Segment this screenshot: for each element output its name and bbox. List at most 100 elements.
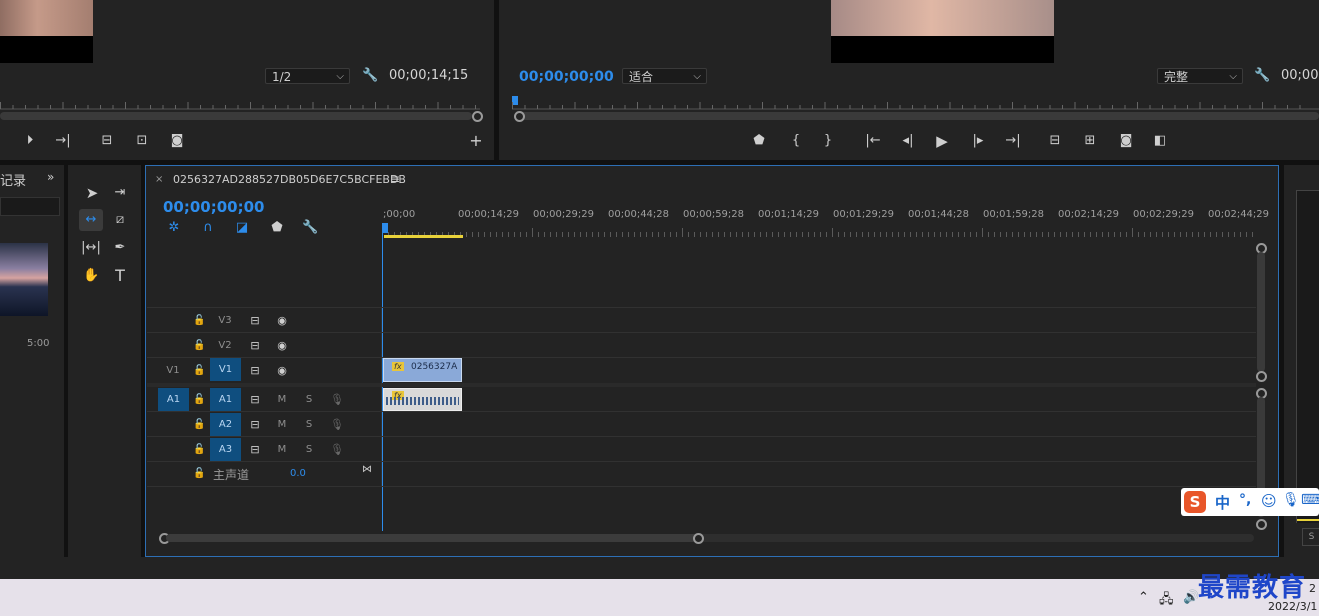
source-scrubber-handle[interactable]	[472, 111, 483, 122]
insert-icon[interactable]: ⊟	[97, 133, 117, 149]
track-v2-label[interactable]: V2	[216, 340, 234, 351]
mute-button[interactable]: M	[276, 394, 288, 405]
camera-icon[interactable]: ◙	[169, 133, 185, 149]
horizontal-scroll-handle-right[interactable]	[693, 533, 704, 544]
track-a1-target[interactable]: A1	[210, 388, 241, 411]
solo-button[interactable]: S	[303, 394, 315, 405]
nest-icon[interactable]: ✲	[166, 220, 182, 236]
playhead-marker-icon[interactable]	[382, 223, 388, 233]
play-icon[interactable]: ▶	[934, 133, 950, 149]
source-patch-v1[interactable]: V1	[164, 365, 182, 376]
ime-lang[interactable]: 中	[1215, 492, 1230, 513]
lock-icon[interactable]: 🔓	[193, 466, 205, 482]
wrench-icon[interactable]: 🔧	[1254, 68, 1270, 84]
track-v1-target[interactable]: V1	[210, 358, 241, 381]
track-v3-label[interactable]: V3	[216, 315, 234, 326]
taskbar-date[interactable]: 2022/3/1	[1268, 600, 1317, 613]
mute-button[interactable]: M	[276, 444, 288, 455]
lock-icon[interactable]: 🔓	[193, 442, 205, 458]
sync-lock-icon[interactable]: ⊟	[248, 338, 262, 354]
go-to-out-icon[interactable]: →|	[1003, 133, 1023, 149]
snap-icon[interactable]: ∩	[200, 220, 216, 236]
audio-clip[interactable]: fx	[383, 388, 462, 411]
emoji-icon[interactable]: ☺	[1261, 492, 1277, 510]
keyboard-icon[interactable]: ⌨	[1301, 492, 1319, 508]
ripple-edit-tool-icon[interactable]: ↔	[79, 209, 103, 231]
tray-chevron-up-icon[interactable]: ⌃	[1138, 590, 1149, 605]
source-patch-a1[interactable]: A1	[158, 388, 189, 411]
compare-view-icon[interactable]: ◧	[1150, 133, 1170, 149]
meter-solo-button[interactable]: S	[1302, 528, 1319, 546]
selection-tool-icon[interactable]: ➤	[84, 185, 100, 201]
microphone-icon[interactable]: 🎙	[330, 392, 344, 408]
lift-icon[interactable]: ⊟	[1045, 133, 1065, 149]
solo-button[interactable]: S	[303, 444, 315, 455]
timeline-timecode[interactable]: 00;00;00;00	[163, 198, 265, 216]
sync-lock-icon[interactable]: ⊟	[248, 313, 262, 329]
lock-icon[interactable]: 🔓	[193, 392, 205, 408]
lock-icon[interactable]: 🔓	[193, 338, 205, 354]
ime-punct[interactable]: °,	[1239, 492, 1251, 508]
type-tool-icon[interactable]: T	[112, 268, 128, 284]
vertical-scroll-handle-bottom[interactable]	[1256, 371, 1267, 382]
sync-lock-icon[interactable]: ⊟	[248, 363, 262, 379]
mark-out-icon[interactable]: }	[821, 133, 835, 149]
wrench-icon[interactable]: 🔧	[362, 68, 378, 84]
razor-tool-icon[interactable]: ⧄	[112, 212, 128, 228]
fit-dropdown[interactable]: 适合 ⌵	[622, 68, 707, 84]
add-marker-icon[interactable]: ⬟	[269, 220, 285, 236]
lock-icon[interactable]: 🔓	[193, 363, 205, 379]
mute-button[interactable]: M	[276, 419, 288, 430]
tab-menu-icon[interactable]: ≡	[390, 172, 400, 186]
volume-icon[interactable]: 🔊	[1183, 590, 1199, 605]
go-to-in-icon[interactable]: |←	[863, 133, 883, 149]
eye-icon[interactable]: ◉	[275, 338, 289, 354]
network-icon[interactable]: 🖧	[1159, 590, 1174, 612]
video-clip[interactable]: fx 0256327A	[383, 358, 462, 382]
panel-overflow-icon[interactable]: »	[47, 170, 54, 184]
lock-icon[interactable]: 🔓	[193, 417, 205, 433]
project-tab-label[interactable]: 记录	[0, 170, 26, 189]
wrench-icon[interactable]: 🔧	[302, 220, 318, 236]
track-select-tool-icon[interactable]: ⇥	[110, 185, 130, 201]
track-a2-target[interactable]: A2	[210, 413, 241, 436]
add-button-icon[interactable]: +	[468, 133, 484, 149]
horizontal-scrollbar[interactable]	[166, 534, 1254, 542]
resolution-dropdown[interactable]: 1/2 ⌵	[265, 68, 350, 84]
vertical-scroll-handle-bottom[interactable]	[1256, 519, 1267, 530]
extract-icon[interactable]: ⊞	[1080, 133, 1100, 149]
microphone-icon[interactable]: 🎙	[330, 442, 344, 458]
master-volume-value[interactable]: 0.0	[290, 468, 306, 479]
lock-icon[interactable]: 🔓	[193, 313, 205, 329]
vertical-scrollbar-video[interactable]	[1257, 252, 1265, 372]
sync-lock-icon[interactable]: ⊟	[248, 417, 262, 433]
linked-selection-icon[interactable]: ◪	[234, 220, 250, 236]
project-thumbnail[interactable]	[0, 243, 48, 316]
ime-toolbar[interactable]: S 中 °, ☺ 🎙 ⌨	[1181, 488, 1319, 516]
go-to-out-icon[interactable]: →|	[55, 133, 71, 149]
eye-icon[interactable]: ◉	[275, 313, 289, 329]
pen-tool-icon[interactable]: ✒	[112, 240, 128, 256]
sequence-tab-title[interactable]: 0256327AD288527DB05D6E7C5BCFEBDB	[173, 173, 406, 186]
program-scrubber-handle[interactable]	[514, 111, 525, 122]
program-timecode[interactable]: 00;00;00;00	[519, 69, 614, 85]
slip-tool-icon[interactable]: |↔|	[80, 240, 102, 256]
step-back-icon[interactable]: ◂|	[900, 133, 916, 149]
program-scrubber[interactable]	[518, 112, 1319, 120]
track-a3-target[interactable]: A3	[210, 438, 241, 461]
microphone-icon[interactable]: 🎙	[1282, 492, 1300, 508]
go-to-end-icon[interactable]: ⋈	[360, 462, 374, 478]
overwrite-icon[interactable]: ⊡	[132, 133, 152, 149]
project-search-input[interactable]	[0, 197, 60, 216]
mark-in-icon[interactable]: {	[789, 133, 803, 149]
step-forward-icon[interactable]: |▸	[970, 133, 986, 149]
camera-icon[interactable]: ◙	[1118, 133, 1134, 149]
sync-lock-icon[interactable]: ⊟	[248, 442, 262, 458]
close-tab-icon[interactable]: ×	[155, 174, 163, 185]
step-forward-icon[interactable]: ⏵	[22, 133, 38, 149]
microphone-icon[interactable]: 🎙	[330, 417, 344, 433]
eye-icon[interactable]: ◉	[275, 363, 289, 379]
work-area-bar[interactable]	[384, 235, 463, 238]
sync-lock-icon[interactable]: ⊟	[248, 392, 262, 408]
source-scrubber[interactable]	[0, 112, 472, 120]
